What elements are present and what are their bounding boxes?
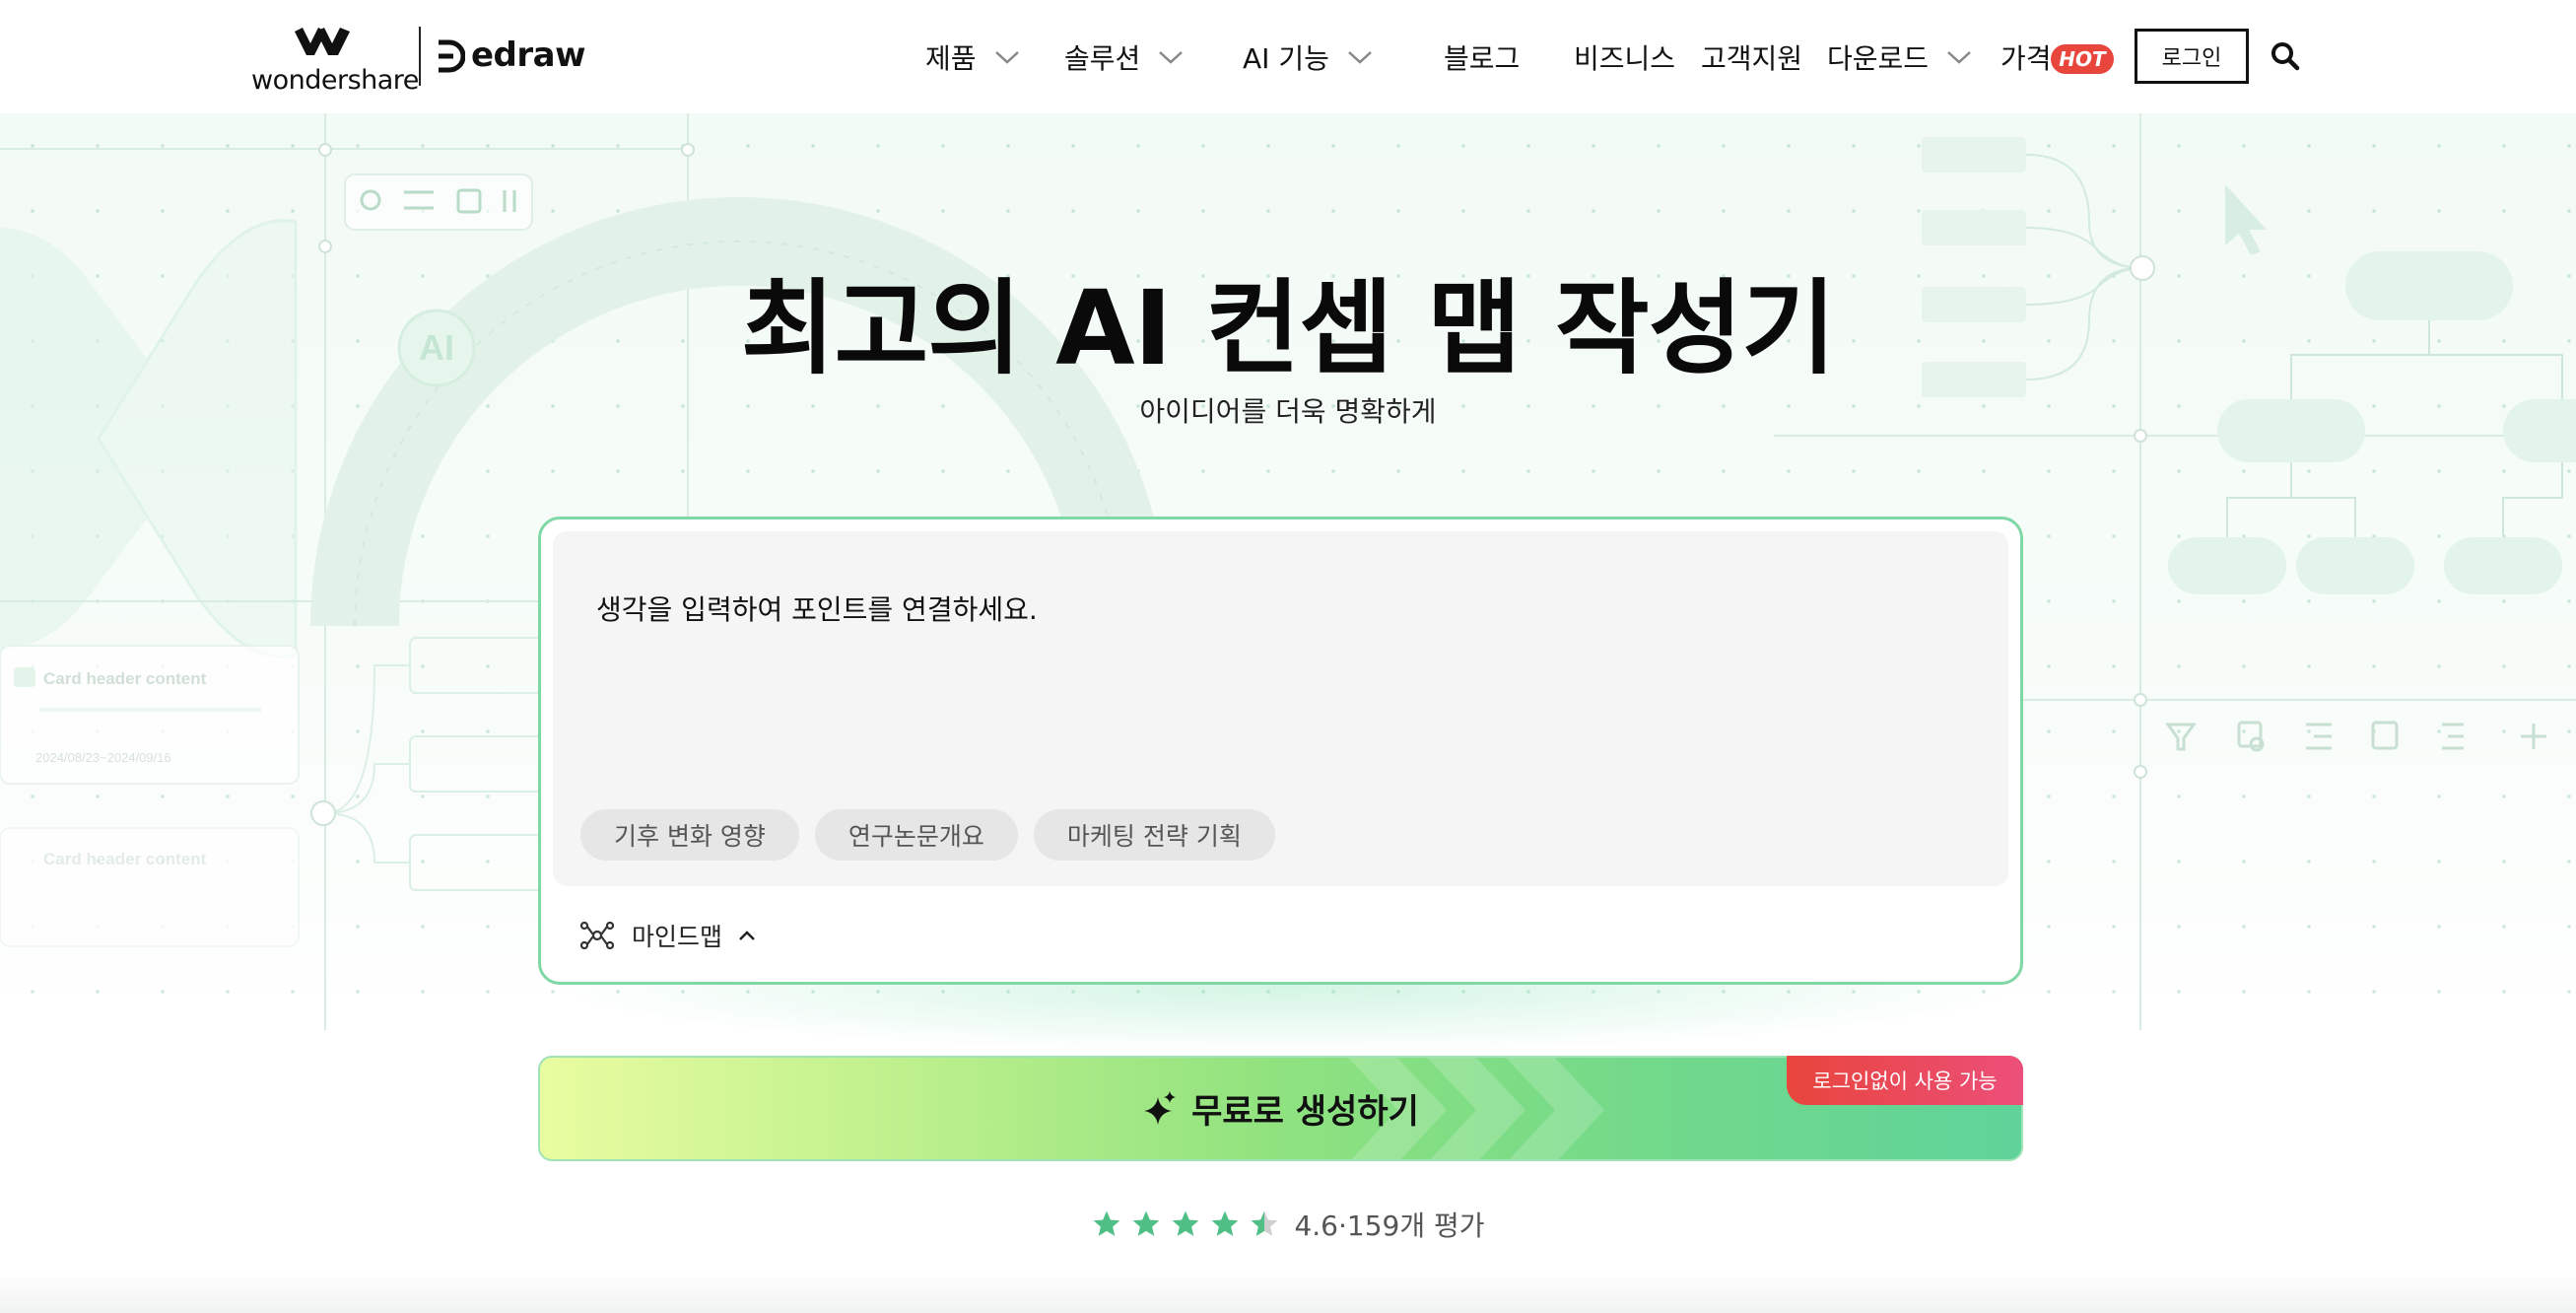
star-half-icon <box>1252 1210 1278 1236</box>
no-login-badge: 로그인없이 사용 가능 <box>1787 1056 2023 1105</box>
nav-label: 다운로드 <box>1827 42 1930 75</box>
diagram-type-label: 마인드맵 <box>632 923 723 951</box>
page-subtitle: 아이디어를 더욱 명확하게 <box>1139 395 1437 428</box>
nav-item-download[interactable]: 다운로드 <box>1827 37 1972 77</box>
chevron-down-icon <box>994 51 1019 64</box>
prompt-placeholder[interactable]: 생각을 입력하여 포인트를 연결하세요. <box>596 588 1038 628</box>
nav-label: 솔루션 <box>1064 42 1141 75</box>
nav-label: 가격 <box>2000 42 2052 75</box>
nav-label: AI 기능 <box>1243 42 1329 75</box>
star-icon <box>1094 1210 1120 1236</box>
star-icon <box>1133 1210 1160 1236</box>
suggestion-chips: 기후 변화 영향 연구논문개요 마케팅 전략 기획 <box>580 809 1275 861</box>
svg-text:Card header content: Card header content <box>43 850 207 868</box>
sparkle-icon <box>1144 1090 1177 1125</box>
page-title: 최고의 AI 컨셉 맵 작성기 <box>740 268 1836 388</box>
rating: 4.6·159개 평가 <box>0 1205 2576 1244</box>
suggestion-chip[interactable]: 연구논문개요 <box>814 809 1018 861</box>
wondershare-wordmark: wondershare <box>251 65 419 96</box>
svg-text:Card header content: Card header content <box>43 669 207 688</box>
mindmap-icon <box>580 922 614 949</box>
bottom-strip <box>0 1270 2576 1313</box>
nav-item-business[interactable]: 비즈니스 <box>1574 37 1675 77</box>
rating-text: 4.6·159개 평가 <box>1294 1209 1485 1242</box>
edraw-wordmark: edraw <box>471 35 586 75</box>
logo-divider <box>419 27 421 86</box>
search-icon[interactable] <box>2271 41 2300 71</box>
nav-label: 비즈니스 <box>1574 42 1676 75</box>
nav-label: 고객지원 <box>1701 42 1803 75</box>
star-icon <box>1212 1210 1239 1236</box>
hot-badge: HOT <box>2051 44 2114 74</box>
suggestion-chip[interactable]: 마케팅 전략 기획 <box>1033 809 1275 861</box>
nav-item-products[interactable]: 제품 <box>925 37 1020 77</box>
nav-item-ai-features[interactable]: AI 기능 <box>1243 37 1373 77</box>
generate-button-label: 무료로 생성하기 <box>1191 1092 1419 1132</box>
login-button[interactable]: 로그인 <box>2135 29 2249 84</box>
site-header: wondershare edraw 제품 솔루션 AI 기능 블로그 비즈니스 … <box>0 0 2576 113</box>
nav-item-pricing[interactable]: 가격 <box>2000 37 2052 77</box>
chevron-down-icon <box>1348 51 1372 64</box>
wondershare-mark-icon <box>295 28 350 55</box>
chevron-down-icon <box>1159 51 1184 64</box>
svg-text:2024/08/23~2024/09/16: 2024/08/23~2024/09/16 <box>35 750 171 765</box>
nav-item-blog[interactable]: 블로그 <box>1444 37 1520 77</box>
suggestion-chip[interactable]: 기후 변화 영향 <box>580 809 799 861</box>
chevron-up-icon <box>739 931 755 940</box>
prompt-card: 생각을 입력하여 포인트를 연결하세요. 기후 변화 영향 연구논문개요 마케팅… <box>538 517 2023 985</box>
wondershare-logo[interactable]: wondershare <box>251 26 419 96</box>
prompt-input[interactable]: 생각을 입력하여 포인트를 연결하세요. 기후 변화 영향 연구논문개요 마케팅… <box>553 531 2008 886</box>
nav-item-support[interactable]: 고객지원 <box>1701 37 1802 77</box>
diagram-type-select[interactable]: 마인드맵 <box>580 918 756 953</box>
chevron-down-icon <box>1947 51 1971 64</box>
nav-item-solutions[interactable]: 솔루션 <box>1064 37 1184 77</box>
rating-stars <box>1091 1209 1280 1240</box>
star-icon <box>1173 1210 1199 1236</box>
nav-label: 블로그 <box>1444 42 1521 75</box>
edraw-mark-icon <box>439 39 465 73</box>
nav-label: 제품 <box>925 42 977 75</box>
